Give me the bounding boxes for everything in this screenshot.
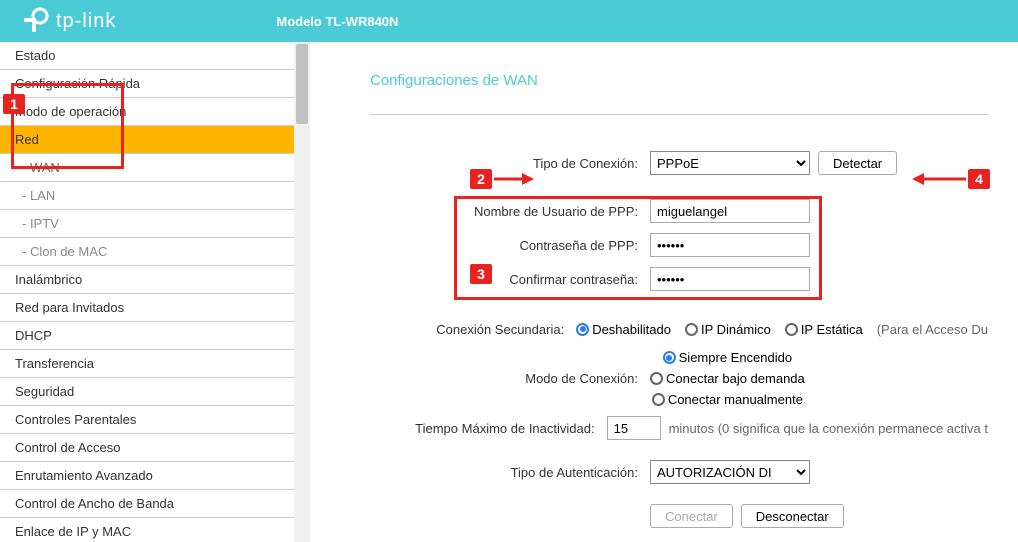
idle-input[interactable] [607,416,661,440]
sidebar-item-red[interactable]: Red [0,126,310,154]
idle-hint: minutos (0 significa que la conexión per… [669,421,988,436]
ppp-pass2-input[interactable] [650,267,810,291]
auth-label: Tipo de Autenticación: [370,465,650,480]
ppp-pass-label: Contraseña de PPP: [370,238,650,253]
radio-icon [650,372,663,385]
connect-button[interactable]: Conectar [650,504,733,528]
sidebar-item-enlace-ip-mac[interactable]: Enlace de IP y MAC [0,518,310,542]
annotation-callout-3: 3 [470,264,492,284]
sidebar-item-iptv[interactable]: - IPTV [0,210,310,238]
main-content: Configuraciones de WAN Tipo de Conexión:… [310,42,1018,542]
sidebar-item-control-acceso[interactable]: Control de Acceso [0,434,310,462]
radio-icon [652,393,665,406]
sidebar: Estado Configuración Rápida Modo de oper… [0,42,310,542]
sidebar-scrollbar-thumb[interactable] [296,44,308,124]
sidebar-item-configuracion-rapida[interactable]: Configuración Rápida [0,70,310,98]
annotation-callout-1: 1 [3,94,25,114]
annotation-callout-2: 2 [470,169,492,189]
detect-button[interactable]: Detectar [818,151,897,175]
sidebar-item-modo-operacion[interactable]: Modo de operación [0,98,310,126]
brand-logo: tp-link [20,6,116,36]
secondary-static-option[interactable]: IP Estática [785,322,863,337]
ppp-pass2-label: Confirmar contraseña: [370,272,650,287]
sidebar-item-lan[interactable]: - LAN [0,182,310,210]
app-header: tp-link Modelo TL-WR840N [0,0,1018,42]
sidebar-scrollbar[interactable] [294,42,310,542]
sidebar-item-red-invitados[interactable]: Red para Invitados [0,294,310,322]
brand-name: tp-link [56,10,116,33]
conn-type-label: Tipo de Conexión: [370,156,650,171]
sidebar-item-wan[interactable]: - WAN [0,154,310,182]
radio-icon [785,323,798,336]
radio-checked-icon [663,351,676,364]
mode-always-on-option[interactable]: Siempre Encendido [663,350,792,365]
model-label: Modelo TL-WR840N [276,14,398,29]
secondary-conn-label: Conexión Secundaria: [370,322,576,337]
idle-label: Tiempo Máximo de Inactividad: [370,421,607,436]
sidebar-item-controles-parentales[interactable]: Controles Parentales [0,406,310,434]
sidebar-item-transferencia[interactable]: Transferencia [0,350,310,378]
conn-mode-label: Modo de Conexión: [370,371,650,386]
brand-logo-mark [20,6,50,36]
sidebar-item-seguridad[interactable]: Seguridad [0,378,310,406]
disconnect-button[interactable]: Desconectar [741,504,844,528]
sidebar-item-dhcp[interactable]: DHCP [0,322,310,350]
radio-checked-icon [576,323,589,336]
secondary-hint: (Para el Acceso Du [877,322,988,337]
page-title: Configuraciones de WAN [370,72,988,89]
annotation-callout-4: 4 [968,169,990,189]
divider [370,114,988,115]
ppp-user-input[interactable] [650,199,810,223]
radio-icon [685,323,698,336]
sidebar-item-enrutamiento-avanzado[interactable]: Enrutamiento Avanzado [0,462,310,490]
ppp-pass-input[interactable] [650,233,810,257]
ppp-user-label: Nombre de Usuario de PPP: [370,204,650,219]
sidebar-item-control-ancho-banda[interactable]: Control de Ancho de Banda [0,490,310,518]
conn-type-select[interactable]: PPPoE [650,151,810,175]
sidebar-item-clon-mac[interactable]: - Clon de MAC [0,238,310,266]
sidebar-item-estado[interactable]: Estado [0,42,310,70]
secondary-dynamic-option[interactable]: IP Dinámico [685,322,771,337]
sidebar-item-inalambrico[interactable]: Inalámbrico [0,266,310,294]
mode-manual-option[interactable]: Conectar manualmente [652,392,803,407]
secondary-disabled-option[interactable]: Deshabilitado [576,322,671,337]
auth-select[interactable]: AUTORIZACIÓN DI [650,460,810,484]
mode-on-demand-option[interactable]: Conectar bajo demanda [650,371,805,386]
